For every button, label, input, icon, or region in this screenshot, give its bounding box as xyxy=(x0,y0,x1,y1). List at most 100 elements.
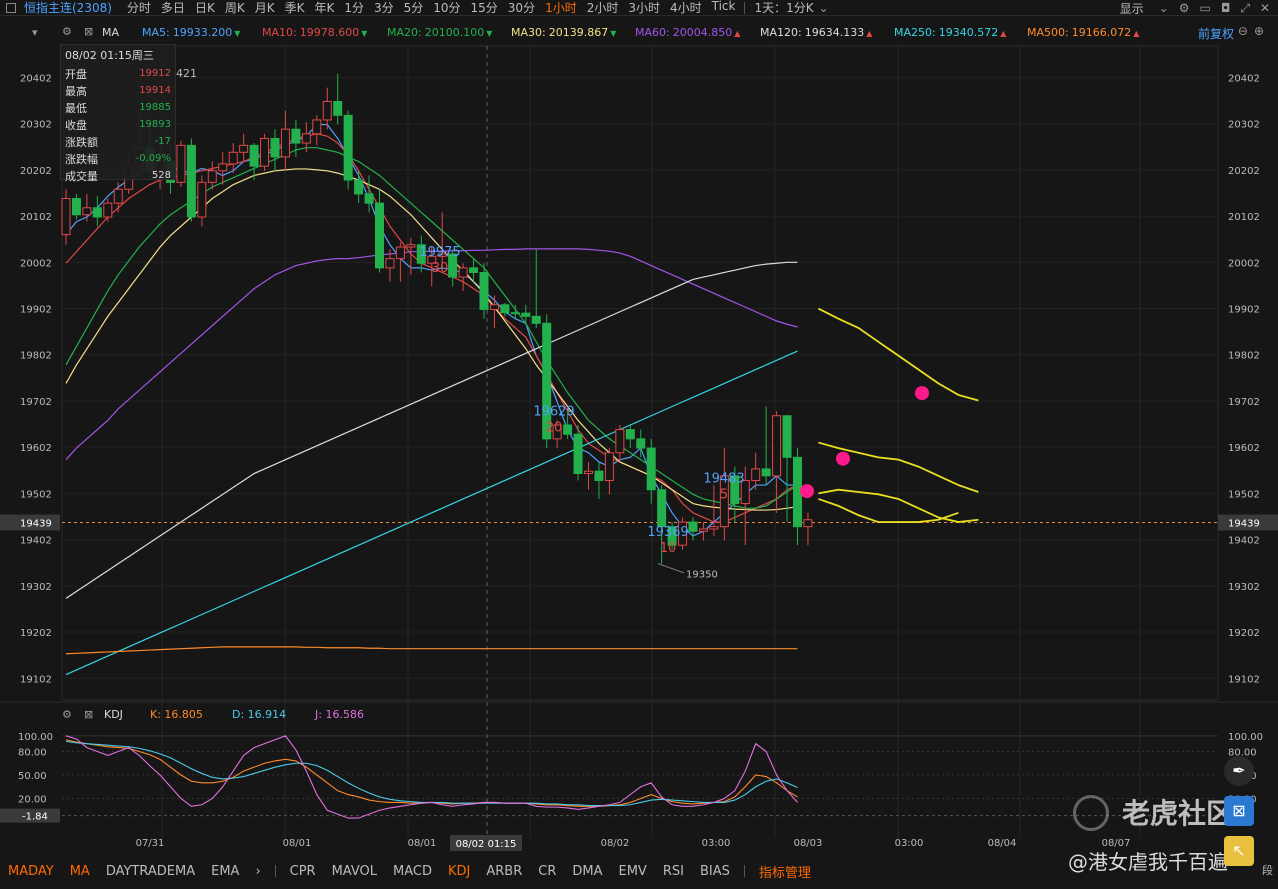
indicator-ma[interactable]: MA xyxy=(62,864,98,879)
indicator-macd[interactable]: MACD xyxy=(385,864,440,879)
candle-body[interactable] xyxy=(395,246,405,260)
candle-body[interactable] xyxy=(698,528,708,532)
candle-body[interactable] xyxy=(772,415,782,477)
y-tick-label-left: 19702 xyxy=(20,397,52,408)
candle-body[interactable] xyxy=(228,151,238,165)
y-tick-label-right: 20002 xyxy=(1228,258,1260,269)
candle-body[interactable] xyxy=(594,470,604,481)
candle-body[interactable] xyxy=(343,114,353,181)
candle-body[interactable] xyxy=(636,438,646,449)
indicator-mavol[interactable]: MAVOL xyxy=(324,864,385,879)
candle-body[interactable] xyxy=(584,470,593,475)
candle-body[interactable] xyxy=(625,429,635,440)
indicator-指标管理[interactable]: 指标管理 xyxy=(751,862,819,881)
current-price-label: 19439 xyxy=(20,519,52,530)
candle-body[interactable] xyxy=(92,207,102,218)
candle-body[interactable] xyxy=(803,519,813,528)
tooltip-row: 开盘 19912 xyxy=(61,65,175,82)
candle-body[interactable] xyxy=(176,144,186,183)
candle-body[interactable] xyxy=(385,258,395,269)
tooltip-row: 最高 19914 xyxy=(61,82,175,99)
y-tick-label-right: 19502 xyxy=(1228,489,1260,500)
projection-marker xyxy=(915,386,929,401)
candle-body[interactable] xyxy=(458,267,468,278)
indicator-emv[interactable]: EMV xyxy=(611,864,655,879)
current-price-label: 19439 xyxy=(1228,519,1260,530)
tooltip-row: 涨跌额 -17 xyxy=(61,133,175,150)
candle-body[interactable] xyxy=(71,198,81,216)
candle-body[interactable] xyxy=(657,489,667,528)
candle-body[interactable] xyxy=(489,304,499,310)
candle-body[interactable] xyxy=(291,128,301,144)
candle-body[interactable] xyxy=(751,468,761,481)
side-label: 段 xyxy=(1262,864,1273,877)
close-icon[interactable]: ⊠ xyxy=(84,708,93,721)
candle-body[interactable] xyxy=(280,128,290,158)
candle-body[interactable] xyxy=(646,447,656,491)
candle-body[interactable] xyxy=(61,198,71,236)
tooltip-value: 19912 xyxy=(139,68,171,79)
candle-body[interactable] xyxy=(531,315,541,324)
candle-body[interactable] xyxy=(260,137,270,167)
indicator-ema[interactable]: EMA xyxy=(203,864,247,879)
tooltip-value: -0.09% xyxy=(135,153,171,164)
candle-body[interactable] xyxy=(479,271,489,310)
kdj-tick-left: 50.00 xyxy=(18,771,47,782)
candle-body[interactable] xyxy=(354,179,364,195)
candle-body[interactable] xyxy=(270,137,280,158)
tooltip-value: 19885 xyxy=(139,102,171,113)
x-tick-label: 08/02 xyxy=(601,838,630,849)
indicator-arbr[interactable]: ARBR xyxy=(478,864,530,879)
candle-body[interactable] xyxy=(186,144,196,218)
indicator-daytradema[interactable]: DAYTRADEMA xyxy=(98,864,203,879)
y-tick-label-left: 19102 xyxy=(20,674,52,685)
indicator-dma[interactable]: DMA xyxy=(564,864,610,879)
candle-body[interactable] xyxy=(82,207,92,216)
candle-body[interactable] xyxy=(249,144,259,167)
indicator-maday[interactable]: MADAY xyxy=(0,864,62,879)
kdj-line-k xyxy=(65,739,798,807)
kdj-indicator-name[interactable]: KDJ xyxy=(104,708,123,721)
candle-body[interactable] xyxy=(103,202,113,218)
candle-body[interactable] xyxy=(782,415,792,458)
cursor-icon[interactable]: ↖ xyxy=(1224,836,1254,866)
indicator-rsi[interactable]: RSI xyxy=(655,864,692,879)
candle-body[interactable] xyxy=(333,100,343,116)
candle-body[interactable] xyxy=(218,163,228,172)
candle-body[interactable] xyxy=(604,452,614,481)
candle-body[interactable] xyxy=(312,119,322,135)
candle-body[interactable] xyxy=(207,170,217,183)
indicator-cr[interactable]: CR xyxy=(530,864,564,879)
candle-body[interactable] xyxy=(709,526,719,530)
indicator-bias[interactable]: BIAS xyxy=(692,864,738,879)
tooltip-value: 19893 xyxy=(139,119,171,130)
settings-icon[interactable]: ⚙ xyxy=(62,708,72,721)
y-tick-label-right: 19902 xyxy=(1228,305,1260,316)
indicator-kdj[interactable]: KDJ xyxy=(440,864,478,879)
pen-icon[interactable]: ✒ xyxy=(1224,756,1254,786)
candle-body[interactable] xyxy=(322,100,332,121)
y-tick-label-left: 20102 xyxy=(20,212,52,223)
candle-body[interactable] xyxy=(364,193,374,204)
chevron-right-icon[interactable]: › xyxy=(247,864,268,879)
candle-body[interactable] xyxy=(615,429,625,454)
candle-body[interactable] xyxy=(521,312,531,317)
candle-body[interactable] xyxy=(375,202,384,269)
candle-body[interactable] xyxy=(113,188,123,204)
candlestick-chart[interactable]: 20402 2040220302 2030220202 2020220102 20102… xyxy=(0,0,1278,860)
candle-body[interactable] xyxy=(500,304,510,314)
candle-body[interactable] xyxy=(573,433,583,475)
candle-body[interactable] xyxy=(469,267,479,273)
y-tick-label-right: 19402 xyxy=(1228,536,1260,547)
candle-body[interactable] xyxy=(563,424,573,435)
candle-body[interactable] xyxy=(510,312,520,315)
candle-body[interactable] xyxy=(688,521,698,532)
candle-body[interactable] xyxy=(239,144,249,153)
share-icon[interactable]: ⊠ xyxy=(1224,796,1254,826)
annotation-count: 30 xyxy=(432,261,449,276)
candle-body[interactable] xyxy=(761,468,771,477)
indicator-cpr[interactable]: CPR xyxy=(282,864,324,879)
candle-body[interactable] xyxy=(406,244,416,248)
candle-body[interactable] xyxy=(301,133,311,144)
candle-body[interactable] xyxy=(197,181,207,218)
